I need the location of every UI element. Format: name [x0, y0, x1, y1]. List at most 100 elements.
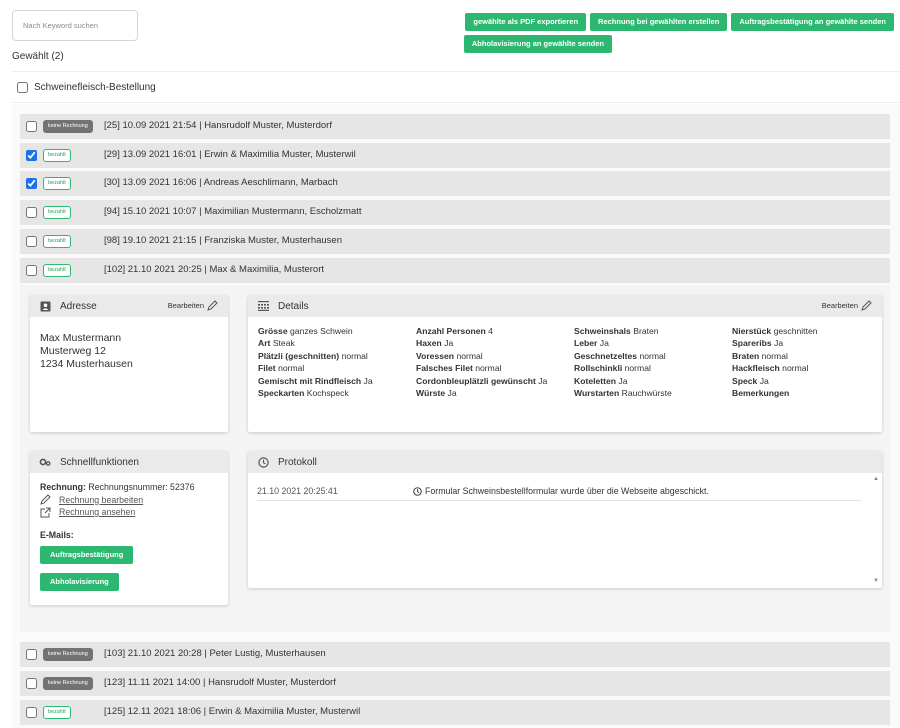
send-confirmation-button[interactable]: Auftragsbestätigung an gewählte senden — [731, 13, 894, 31]
protocol-card-header: Protokoll — [248, 451, 882, 473]
order-row[interactable]: bezahlt [125] 12.11 2021 18:06 | Erwin &… — [20, 700, 890, 725]
gears-icon — [38, 455, 52, 469]
protocol-card: Protokoll 21.10 2021 20:25:41 Formular S… — [248, 451, 882, 588]
search-box[interactable] — [12, 10, 138, 41]
detail-item: Falsches Filet normal — [416, 362, 574, 374]
detail-key: Plätzli (geschnitten) — [258, 350, 340, 361]
edit-invoice-label[interactable]: Rechnung bearbeiten — [59, 494, 143, 507]
order-summary[interactable]: [125] 12.11 2021 18:06 | Erwin & Maximil… — [104, 706, 360, 717]
detail-value: Ja — [599, 338, 609, 349]
detail-value: Rauchwürste — [621, 388, 672, 399]
detail-item: Leber Ja — [574, 337, 732, 349]
status-badge: bezahlt — [43, 264, 71, 277]
details-edit-button[interactable]: Bearbeiten — [822, 300, 872, 311]
search-input[interactable] — [13, 11, 137, 40]
detail-item: Speck Ja — [732, 375, 882, 387]
send-order-confirmation-button[interactable]: Auftragsbestätigung — [40, 545, 134, 564]
detail-key: Schweinshals — [574, 326, 631, 336]
order-checkbox[interactable] — [26, 265, 37, 276]
order-summary[interactable]: [123] 11.11 2021 14:00 | Hansrudolf Must… — [104, 677, 336, 688]
detail-key: Speck — [732, 375, 758, 386]
order-summary[interactable]: [98] 19.10 2021 21:15 | Franziska Muster… — [104, 235, 342, 246]
detail-item: Koteletten Ja — [574, 375, 732, 387]
create-invoice-button[interactable]: Rechnung bei gewählten erstellen — [590, 13, 728, 31]
detail-value: 4 — [488, 326, 493, 336]
order-checkbox[interactable] — [26, 150, 37, 161]
contact-card-icon — [38, 299, 52, 313]
detail-key: Koteletten — [574, 375, 617, 386]
order-summary[interactable]: [94] 15.10 2021 10:07 | Maximilian Muste… — [104, 206, 362, 217]
details-card-title: Details — [278, 300, 309, 312]
group-checkbox[interactable] — [17, 81, 28, 93]
address-card: Adresse Bearbeiten Max Mustermann Muster… — [30, 295, 228, 432]
export-pdf-button[interactable]: gewählte als PDF exportieren — [465, 13, 587, 31]
order-checkbox[interactable] — [26, 207, 37, 218]
detail-key: Grösse — [258, 326, 288, 336]
status-badge: keine Rechnung — [43, 677, 93, 690]
detail-key: Bemerkungen — [732, 388, 790, 399]
status-badge: keine Rechnung — [43, 648, 93, 661]
order-row[interactable]: bezahlt [30] 13.09 2021 16:06 | Andreas … — [20, 171, 890, 196]
detail-item: Braten normal — [732, 350, 882, 362]
list-grid-icon — [256, 299, 270, 313]
emails-label: E-Mails: — [40, 529, 74, 540]
protocol-message-text: Formular Schweinsbestellformular wurde ü… — [425, 486, 709, 496]
order-checkbox[interactable] — [26, 236, 37, 247]
order-row[interactable]: keine Rechnung [123] 11.11 2021 14:00 | … — [20, 671, 890, 696]
details-grid: Grösse ganzes Schwein Anzahl Personen 4 Sc… — [248, 317, 882, 399]
order-checkbox[interactable] — [26, 649, 37, 660]
order-row[interactable]: bezahlt [98] 19.10 2021 21:15 | Franzisk… — [20, 229, 890, 254]
detail-value: normal — [456, 350, 483, 361]
detail-item: Art Steak — [258, 337, 416, 349]
order-summary[interactable]: [30] 13.09 2021 16:06 | Andreas Aeschlim… — [104, 177, 338, 188]
status-badge: keine Rechnung — [43, 120, 93, 133]
detail-item: Speckarten Kochspeck — [258, 387, 416, 399]
order-summary[interactable]: [103] 21.10 2021 20:28 | Peter Lustig, M… — [104, 648, 326, 659]
group-label: Schweinefleisch-Bestellung — [34, 81, 156, 93]
scroll-down-arrow[interactable]: ▼ — [873, 578, 879, 584]
protocol-entry: 21.10 2021 20:25:41 Formular Schweinsbes… — [257, 486, 861, 501]
detail-key: Speckarten — [258, 388, 305, 399]
view-invoice-link[interactable]: Rechnung ansehen — [40, 506, 218, 519]
detail-item: Voressen normal — [416, 350, 574, 362]
edit-invoice-link[interactable]: Rechnung bearbeiten — [40, 494, 218, 507]
detail-value: normal — [782, 363, 809, 374]
address-edit-label: Bearbeiten — [167, 301, 204, 310]
scroll-up-arrow[interactable]: ▲ — [873, 476, 879, 482]
order-row[interactable]: keine Rechnung [103] 21.10 2021 20:28 | … — [20, 642, 890, 667]
detail-value: Ja — [538, 375, 548, 386]
order-checkbox[interactable] — [26, 178, 37, 189]
status-badge: bezahlt — [43, 149, 71, 162]
order-checkbox[interactable] — [26, 707, 37, 718]
order-detail-panel: Adresse Bearbeiten Max Mustermann Muster… — [20, 285, 890, 632]
detail-item: Anzahl Personen 4 — [416, 325, 574, 337]
order-summary[interactable]: [25] 10.09 2021 21:54 | Hansrudolf Muste… — [104, 120, 332, 131]
address-line: 1234 Musterhausen — [40, 358, 133, 370]
quick-functions-header: Schnellfunktionen — [30, 451, 228, 473]
detail-key: Art — [258, 338, 271, 349]
order-checkbox[interactable] — [26, 678, 37, 689]
address-block: Max Mustermann Musterweg 12 1234 Musterh… — [30, 317, 228, 386]
order-row[interactable]: keine Rechnung [25] 10.09 2021 21:54 | H… — [20, 114, 890, 139]
order-checkbox[interactable] — [26, 121, 37, 132]
view-invoice-label[interactable]: Rechnung ansehen — [59, 506, 135, 519]
address-card-header: Adresse Bearbeiten — [30, 295, 228, 317]
address-edit-button[interactable]: Bearbeiten — [168, 300, 218, 311]
order-row[interactable]: bezahlt [29] 13.09 2021 16:01 | Erwin & … — [20, 143, 890, 168]
detail-value: Ja — [774, 338, 784, 349]
clock-icon — [413, 486, 422, 496]
detail-item: Spareribs Ja — [732, 337, 882, 349]
detail-item: Rollschinkli normal — [574, 362, 732, 374]
order-row-expanded[interactable]: bezahlt [102] 21.10 2021 20:25 | Max & M… — [20, 258, 890, 283]
detail-key: Geschnetzeltes — [574, 350, 638, 361]
detail-key: Braten — [732, 350, 760, 361]
order-row[interactable]: bezahlt [94] 15.10 2021 10:07 | Maximili… — [20, 200, 890, 225]
send-pickup-notice-single-button[interactable]: Abholavisierung — [40, 572, 119, 591]
detail-key: Haxen — [416, 338, 442, 349]
detail-item: Wurstarten Rauchwürste — [574, 387, 732, 399]
detail-item: Würste Ja — [416, 387, 574, 399]
order-summary[interactable]: [29] 13.09 2021 16:01 | Erwin & Maximili… — [104, 149, 356, 160]
group-header[interactable]: Schweinefleisch-Bestellung — [12, 71, 900, 103]
send-pickup-notice-button[interactable]: Abholavisierung an gewählte senden — [463, 35, 612, 53]
order-summary[interactable]: [102] 21.10 2021 20:25 | Max & Maximilia… — [104, 264, 324, 275]
